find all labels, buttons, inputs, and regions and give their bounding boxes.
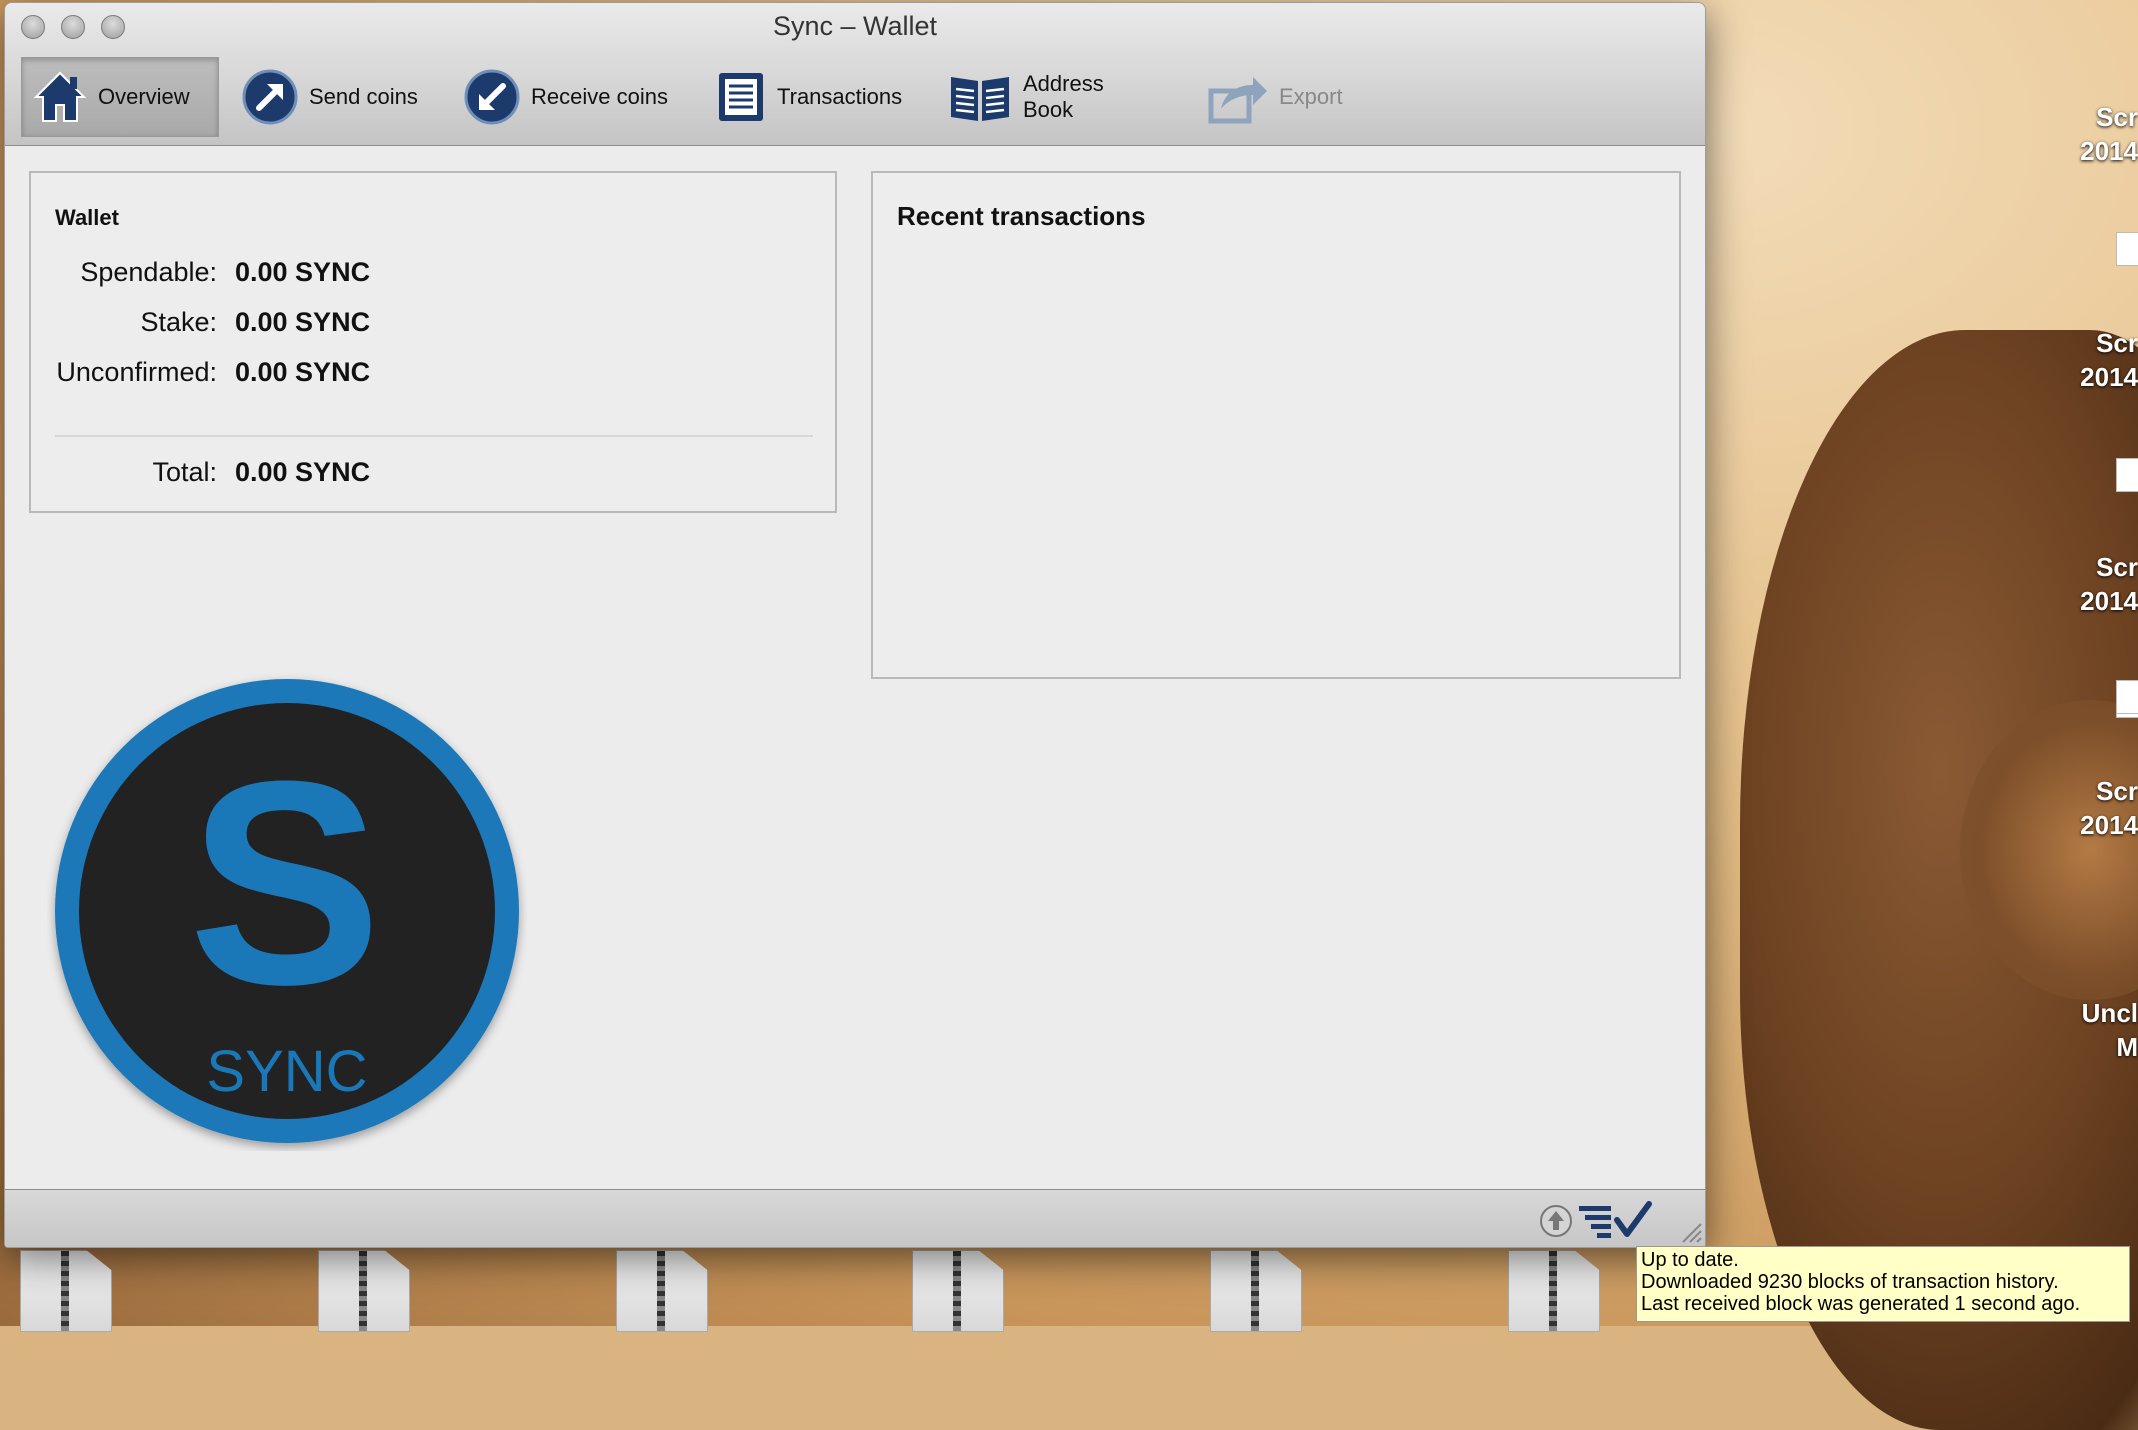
desktop-icon-label[interactable]: Scr 2014 (2070, 100, 2138, 168)
export-icon (1207, 69, 1269, 125)
transactions-tab[interactable]: Transactions (705, 57, 915, 137)
address-book-tab[interactable]: Address Book (937, 57, 1167, 137)
spendable-label: Spendable: (80, 257, 217, 287)
unconfirmed-label: Unconfirmed: (56, 357, 217, 387)
desktop-icon-label[interactable]: Scr 2014 (2070, 550, 2138, 618)
send-coins-tab[interactable]: Send coins (231, 57, 431, 137)
overview-tab[interactable]: Overview (21, 57, 219, 137)
tooltip-line: Up to date. (1641, 1249, 1739, 1271)
total-value: 0.00 SYNC (235, 457, 371, 487)
receive-coins-label: Receive coins (531, 84, 668, 109)
tooltip-line: Last received block was generated 1 seco… (1641, 1293, 2081, 1315)
export-label: Export (1279, 84, 1343, 109)
desktop-file-icon[interactable] (2116, 232, 2138, 266)
window-title: Sync – Wallet (772, 11, 938, 41)
status-bar (5, 1189, 1705, 1247)
unconfirmed-value: 0.00 SYNC (235, 357, 371, 387)
stake-value: 0.00 SYNC (235, 307, 371, 337)
zip-file-icon[interactable] (1508, 1250, 1600, 1332)
desktop-icon-label[interactable]: Scr 2014 (2070, 326, 2138, 394)
stake-row: Stake: 0.00 SYNC (31, 307, 831, 347)
spendable-value: 0.00 SYNC (235, 257, 371, 287)
desktop-file-icon[interactable] (2116, 680, 2138, 714)
receive-arrow-icon (463, 68, 521, 126)
desktop-icon-label[interactable]: Scr 2014 (2070, 774, 2138, 842)
sync-status-tooltip: Up to date. Downloaded 9230 blocks of tr… (1636, 1246, 2130, 1322)
recent-transactions-panel: Recent transactions (871, 171, 1681, 679)
zip-file-icon[interactable] (318, 1250, 410, 1332)
window-titlebar[interactable]: Sync – Wallet Overview Send coins Receiv… (5, 3, 1705, 146)
zip-file-icon[interactable] (20, 1250, 112, 1332)
wallet-heading: Wallet (55, 205, 119, 230)
sync-logo-text: SYNC (206, 1039, 367, 1104)
list-icon (715, 69, 767, 125)
wallet-divider (55, 435, 813, 437)
recent-transactions-list[interactable] (883, 253, 1669, 667)
address-book-label: Address Book (1023, 71, 1104, 122)
stake-label: Stake: (140, 307, 217, 337)
resize-grip-icon[interactable] (1679, 1220, 1703, 1247)
sync-status-icon[interactable] (1577, 1200, 1655, 1245)
desktop-file-icon[interactable] (2116, 458, 2138, 492)
network-up-icon[interactable] (1539, 1204, 1573, 1243)
send-arrow-icon (241, 68, 299, 126)
overview-label: Overview (98, 84, 190, 109)
export-button[interactable]: Export (1197, 57, 1357, 137)
total-label: Total: (152, 457, 217, 487)
sync-logo: S SYNC (47, 671, 527, 1151)
book-icon (947, 69, 1013, 125)
spendable-row: Spendable: 0.00 SYNC (31, 257, 831, 297)
home-icon (32, 69, 88, 125)
transactions-label: Transactions (777, 84, 903, 109)
tooltip-line: Downloaded 9230 blocks of transaction hi… (1641, 1271, 2059, 1293)
zip-file-icon[interactable] (1210, 1250, 1302, 1332)
zip-file-icon[interactable] (616, 1250, 708, 1332)
receive-coins-tab[interactable]: Receive coins (453, 57, 683, 137)
desktop-icon-label[interactable]: Uncl M (2070, 996, 2138, 1064)
send-coins-label: Send coins (309, 84, 418, 109)
unconfirmed-row: Unconfirmed: 0.00 SYNC (31, 357, 831, 397)
wallet-window: Sync – Wallet Overview Send coins Receiv… (4, 2, 1706, 1248)
total-row: Total: 0.00 SYNC (31, 457, 831, 497)
recent-transactions-heading: Recent transactions (897, 201, 1146, 231)
sync-logo-letter: S (188, 721, 381, 1045)
zip-file-icon[interactable] (912, 1250, 1004, 1332)
wallet-panel: Wallet Spendable: 0.00 SYNC Stake: 0.00 … (29, 171, 837, 513)
